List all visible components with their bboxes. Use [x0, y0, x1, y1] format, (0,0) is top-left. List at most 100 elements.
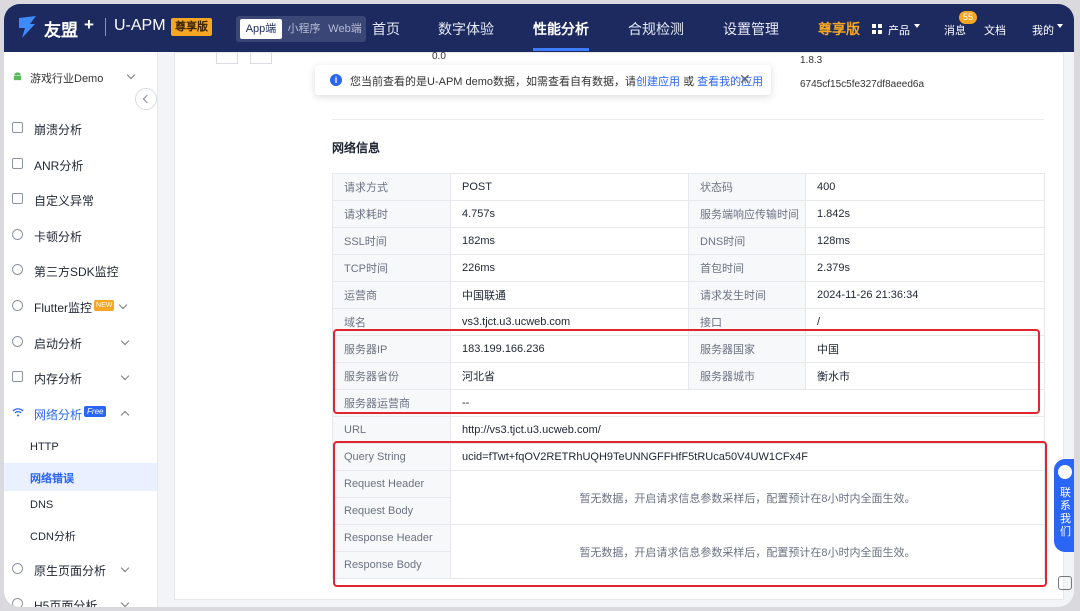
sidebar-item-crash[interactable]: 崩溃分析: [12, 118, 152, 140]
android-icon: [13, 72, 22, 81]
table-value: 400: [805, 173, 1045, 201]
table-key: URL: [332, 416, 451, 444]
device-id-value: 6745cf15c5fe327df8aeed6a: [800, 79, 925, 90]
chevron-down-icon: [120, 336, 130, 346]
sidebar-item-label: 原生页面分析: [34, 564, 107, 578]
sidebar-sub-http[interactable]: HTTP: [4, 434, 157, 462]
sidebar-sub-dns[interactable]: DNS: [4, 492, 157, 520]
table-key: DNS时间: [688, 227, 806, 255]
crash-icon: [12, 122, 23, 133]
view-my-apps-link[interactable]: 查看我的应用: [697, 76, 763, 88]
product-name: U-APM: [114, 17, 166, 34]
logo-divider: [105, 18, 106, 36]
nav-digital-experience[interactable]: 数字体验: [438, 19, 494, 39]
chevron-up-icon: [120, 410, 130, 420]
products-menu[interactable]: 产品: [888, 22, 910, 38]
sidebar-item-lag[interactable]: 卡顿分析: [12, 225, 152, 247]
products-caret-icon: [914, 24, 920, 28]
close-icon[interactable]: ✕: [739, 72, 751, 86]
app-name: 游戏行业Demo: [30, 73, 104, 85]
partial-value: 0.0: [432, 51, 446, 62]
table-key: 请求耗时: [332, 200, 451, 228]
nav-premium[interactable]: 尊享版: [818, 19, 860, 39]
create-app-link[interactable]: 创建应用: [636, 76, 680, 88]
free-tag: Free: [84, 406, 107, 417]
app-window: 友盟 + U-APM 尊享版 App端 小程序 Web端 首页 数字体验 性能分…: [4, 4, 1074, 607]
section-divider: [332, 119, 1044, 120]
ghost-box: [250, 52, 272, 64]
table-row: 请求方式 POST 状态码 400: [332, 173, 1045, 201]
my-account-menu[interactable]: 我的: [1032, 22, 1054, 38]
sidebar-item-sdk-monitor[interactable]: 第三方SDK监控: [12, 260, 152, 282]
docs-link[interactable]: 文档: [984, 22, 1006, 38]
sidebar-item-label: 自定义异常: [34, 194, 95, 208]
sidebar-item-label: 网络分析 Free: [34, 406, 107, 423]
chevron-down-icon: [126, 70, 136, 80]
sidebar-item-label: 启动分析: [34, 337, 83, 351]
nav-home[interactable]: 首页: [372, 19, 400, 39]
table-value: 1.842s: [805, 200, 1045, 228]
table-value: 中国联通: [450, 281, 689, 309]
table-value: 128ms: [805, 227, 1045, 255]
nav-settings[interactable]: 设置管理: [723, 19, 779, 39]
sidebar-item-network[interactable]: 网络分析 Free: [12, 403, 152, 425]
sidebar-item-memory[interactable]: 内存分析: [12, 367, 152, 389]
sidebar-sub-network-error[interactable]: 网络错误: [4, 463, 157, 491]
table-key: 请求发生时间: [688, 281, 806, 309]
sidebar-item-anr[interactable]: ANR分析: [12, 154, 152, 176]
sidebar: 游戏行业Demo 崩溃分析 ANR分析 自定义异常 卡顿分析 第三方SDK监控 …: [4, 52, 158, 607]
chevron-down-icon: [120, 371, 130, 381]
platform-miniprogram-tab[interactable]: 小程序: [284, 19, 324, 39]
platform-app-tab[interactable]: App端: [240, 19, 282, 39]
app-selector[interactable]: 游戏行业Demo: [12, 69, 136, 87]
sidebar-item-label: 卡顿分析: [34, 230, 83, 244]
table-key: SSL时间: [332, 227, 451, 255]
platform-web-tab[interactable]: Web端: [326, 19, 364, 39]
table-key: 运营商: [332, 281, 451, 309]
contact-us-label: 联系我们: [1060, 487, 1071, 538]
table-key: 状态码: [688, 173, 806, 201]
logo-text: 友盟: [44, 21, 78, 40]
grid-icon[interactable]: [872, 24, 882, 34]
sdk-version-value: 1.8.3: [800, 55, 823, 66]
new-tag: NEW: [94, 300, 115, 311]
highlight-box-request-info: [333, 441, 1047, 587]
messages-link[interactable]: 消息: [944, 22, 966, 38]
url-value: http://vs3.tjct.u3.ucweb.com/: [450, 416, 1045, 444]
table-value: 2024-11-26 21:36:34: [805, 281, 1045, 309]
sidebar-item-launch[interactable]: 启动分析: [12, 332, 152, 354]
table-value: 226ms: [450, 254, 689, 282]
premium-badge: 尊享版: [171, 18, 212, 36]
chevron-down-icon: [118, 300, 128, 310]
table-key: 首包时间: [688, 254, 806, 282]
sidebar-item-label: 崩溃分析: [34, 123, 83, 137]
chevron-down-icon: [120, 563, 130, 573]
feedback-icon[interactable]: [1058, 576, 1072, 590]
sidebar-item-flutter[interactable]: Flutter监控 NEW: [12, 296, 152, 318]
section-title: 网络信息: [332, 141, 381, 155]
sidebar-item-label: 第三方SDK监控: [34, 265, 119, 279]
wifi-icon: [12, 408, 24, 417]
highlight-box-server-info: [333, 329, 1040, 414]
table-key: TCP时间: [332, 254, 451, 282]
sidebar-item-custom-exception[interactable]: 自定义异常: [12, 189, 152, 211]
logo-plus: +: [84, 15, 94, 34]
anr-icon: [12, 158, 23, 169]
chevron-down-icon: [120, 598, 130, 607]
table-row: URL http://vs3.tjct.u3.ucweb.com/: [332, 416, 1045, 444]
nav-compliance[interactable]: 合规检测: [628, 19, 684, 39]
umeng-logo-icon: [19, 16, 36, 38]
page-icon: [12, 563, 23, 574]
table-row: TCP时间 226ms 首包时间 2.379s: [332, 254, 1045, 282]
launch-icon: [12, 336, 23, 347]
sidebar-sub-cdn[interactable]: CDN分析: [4, 521, 157, 549]
sidebar-item-h5-page[interactable]: H5页面分析: [12, 594, 152, 607]
robot-icon: [1058, 465, 1072, 479]
memory-icon: [12, 371, 23, 382]
notice-text: 您当前查看的是U-APM demo数据，如需查看自有数据，请创建应用 或 查看我…: [350, 76, 764, 88]
sidebar-collapse-button[interactable]: [135, 88, 157, 110]
table-key: 请求方式: [332, 173, 451, 201]
sidebar-item-native-page[interactable]: 原生页面分析: [12, 559, 152, 581]
contact-us-widget[interactable]: 联系我们: [1054, 459, 1074, 552]
nav-performance-analysis[interactable]: 性能分析: [533, 19, 589, 39]
